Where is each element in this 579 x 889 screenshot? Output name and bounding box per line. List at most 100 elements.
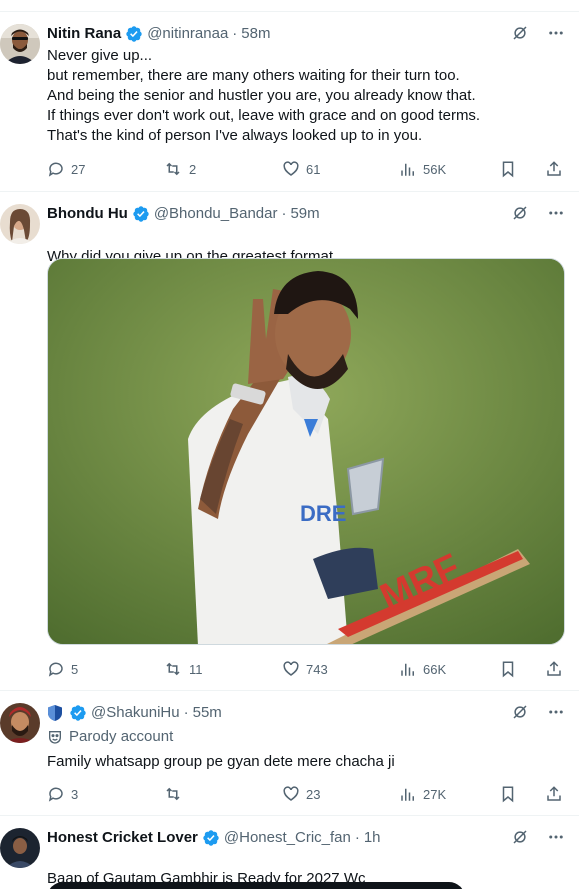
views-icon [401,788,414,801]
header-icons [511,828,565,846]
like-count: 743 [306,661,328,677]
more-icon[interactable] [547,204,565,222]
separator-dot: · [281,205,287,222]
reply-count: 27 [71,161,86,177]
views-count: 56K [423,161,447,177]
shield-icon [48,705,62,721]
separator-dot: · [232,25,238,42]
handle[interactable]: @Bhondu_Bandar [154,204,278,224]
share-button[interactable] [545,660,563,678]
timestamp[interactable]: 55m [193,703,222,723]
retweet-count: 11 [189,661,203,677]
tweet-content: @ShakuniHu · 55m Parody account Family w… [47,703,565,772]
verified-icon [132,205,150,223]
bookmark-icon [502,161,514,178]
tweet-bhondu-hu[interactable]: Bhondu Hu @Bhondu_Bandar · 59m Why did y… [0,192,579,691]
handle[interactable]: @nitinranaa [147,24,228,44]
retweet-button[interactable]: 2 [163,160,196,178]
views-button[interactable]: 66K [399,660,446,678]
reply-count: 3 [71,786,79,802]
reply-button[interactable]: 27 [47,160,85,178]
like-icon [283,786,299,801]
avatar[interactable] [0,204,40,244]
grok-icon[interactable] [511,204,529,222]
views-button[interactable]: 56K [399,160,446,178]
tweet-photo[interactable]: MRF DRE [47,258,565,645]
handle[interactable]: @ShakuniHu [91,703,180,723]
reply-button[interactable]: 3 [47,785,78,803]
more-icon[interactable] [547,24,565,42]
handle[interactable]: @Honest_Cric_fan [224,828,351,848]
timestamp[interactable]: 59m [290,204,319,224]
like-count: 23 [306,786,321,802]
share-button[interactable] [545,785,563,803]
views-icon [401,163,414,176]
tweet-honest-cricket-lover[interactable]: Honest Cricket Lover @Honest_Cric_fan · … [0,816,579,889]
views-button[interactable]: 27K [399,785,446,803]
retweet-icon [166,162,180,176]
share-icon [547,786,561,801]
bookmark-button[interactable] [499,160,517,178]
header-icons [511,204,565,222]
reply-icon [48,787,63,802]
tweet-header: Honest Cricket Lover @Honest_Cric_fan · … [47,828,565,848]
retweet-button[interactable]: 11 [163,660,203,678]
tweet-text: Family whatsapp group pe gyan dete mere … [47,753,395,770]
retweet-count: 2 [189,161,197,177]
retweet-icon [166,787,180,801]
reply-button[interactable]: 5 [47,660,78,678]
header-icons [511,24,565,42]
parody-label: Parody account [47,727,565,747]
verified-icon [69,704,87,722]
verified-icon [125,25,143,43]
avatar[interactable] [0,24,40,64]
views-icon [401,663,414,676]
display-name[interactable]: Nitin Rana [47,24,121,44]
more-icon[interactable] [547,703,565,721]
like-button[interactable]: 61 [282,160,320,178]
tweet-nitin-rana[interactable]: Nitin Rana @nitinranaa · 58m Never give … [0,12,579,192]
tweet-header: @ShakuniHu · 55m [47,703,565,723]
share-icon [547,161,561,176]
reply-count: 5 [71,661,79,677]
views-count: 27K [423,786,447,802]
grok-icon[interactable] [511,24,529,42]
retweet-button[interactable] [163,785,189,803]
grok-icon[interactable] [511,703,529,721]
share-button[interactable] [545,160,563,178]
avatar[interactable] [0,828,40,868]
header-icons [511,703,565,721]
bookmark-button[interactable] [499,660,517,678]
action-bar: 27 2 61 56K [47,159,567,179]
grok-icon[interactable] [511,828,529,846]
like-icon [283,161,299,176]
share-icon [547,661,561,676]
media-preview-top-edge[interactable] [47,882,465,889]
views-count: 66K [423,661,447,677]
like-button[interactable]: 743 [282,660,328,678]
tweet-header: Bhondu Hu @Bhondu_Bandar · 59m [47,204,565,224]
retweet-icon [166,662,180,676]
like-button[interactable]: 23 [282,785,320,803]
reply-icon [48,662,63,677]
tweet-content: Nitin Rana @nitinranaa · 58m Never give … [47,24,565,146]
action-bar: 5 11 743 66K [47,659,567,679]
parody-text: Parody account [69,728,174,745]
bookmark-button[interactable] [499,785,517,803]
more-icon[interactable] [547,828,565,846]
tweet-header: Nitin Rana @nitinranaa · 58m [47,24,565,44]
display-name[interactable]: Honest Cricket Lover [47,828,198,848]
action-bar: 3 23 27K [47,784,567,804]
verified-icon [202,829,220,847]
like-count: 61 [306,161,321,177]
separator-dot: · [183,704,189,721]
timestamp[interactable]: 1h [364,828,381,848]
timestamp[interactable]: 58m [241,24,270,44]
like-icon [283,661,299,676]
avatar[interactable] [0,703,40,743]
bookmark-icon [502,661,514,678]
display-name[interactable]: Bhondu Hu [47,204,128,224]
tweet-shakuni-hu[interactable]: @ShakuniHu · 55m Parody account Family w… [0,691,579,816]
tweet-content: Honest Cricket Lover @Honest_Cric_fan · … [47,828,565,889]
jersey-text: DRE [300,501,346,526]
